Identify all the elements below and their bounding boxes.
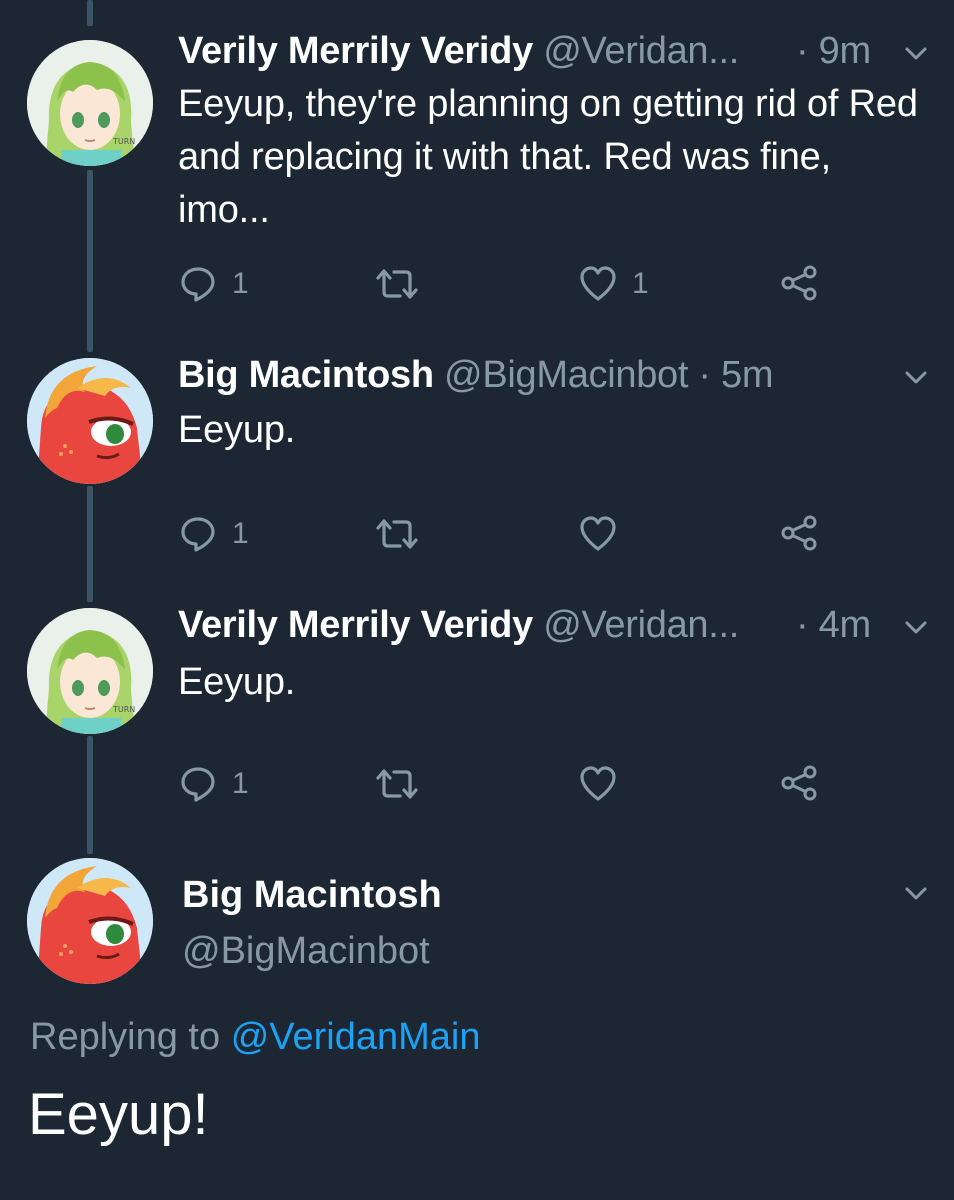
tweet-text: Eeyup. (178, 661, 296, 703)
tweet-header: Verily Merrily Veridy @Veridan... (178, 602, 739, 648)
author-name[interactable]: Verily Merrily Veridy (178, 30, 533, 72)
retweet-icon (376, 769, 418, 799)
share-button[interactable] (780, 764, 818, 802)
reply-button[interactable]: 1 (178, 764, 249, 804)
chevron-down-icon[interactable] (901, 362, 931, 392)
svg-text:TURN: TURN (112, 137, 135, 146)
chevron-down-icon[interactable] (901, 612, 931, 642)
share-icon (781, 765, 817, 801)
red-pony-avatar[interactable] (27, 858, 153, 984)
thread-line (87, 736, 93, 854)
tweet-time[interactable]: · 9m (796, 28, 871, 74)
author-name[interactable]: Big Macintosh (182, 868, 442, 922)
author-handle[interactable]: @BigMacinbot (444, 354, 688, 396)
chevron-down-icon[interactable] (901, 878, 931, 908)
author-handle[interactable]: @BigMacinbot (182, 924, 430, 978)
like-button[interactable] (578, 764, 632, 804)
retweet-button[interactable] (374, 264, 434, 304)
reply-mention-link[interactable]: @VeridanMain (231, 1016, 481, 1058)
share-button[interactable] (780, 514, 818, 552)
tweet-header: Big Macintosh @BigMacinbot · 5m (178, 352, 774, 398)
heart-icon (580, 766, 616, 801)
share-icon (781, 515, 817, 551)
like-button[interactable] (578, 514, 632, 554)
reply-icon (181, 267, 215, 302)
author-name[interactable]: Big Macintosh (178, 354, 434, 396)
reply-count: 1 (232, 517, 249, 550)
author-handle[interactable]: @Veridan... (543, 30, 739, 72)
svg-text:TURN: TURN (112, 705, 135, 714)
tweet-header: Verily Merrily Veridy @Veridan... (178, 28, 739, 74)
reply-count: 1 (232, 767, 249, 800)
retweet-icon (376, 519, 418, 549)
author-name[interactable]: Verily Merrily Veridy (178, 604, 533, 646)
red-pony-avatar[interactable] (27, 358, 153, 484)
replying-prefix: Replying to (30, 1016, 221, 1058)
retweet-icon (376, 269, 418, 299)
heart-icon (580, 516, 616, 551)
anime-girl-avatar[interactable]: TURN (27, 608, 153, 734)
share-button[interactable] (780, 264, 818, 302)
tweet-time[interactable]: · 4m (796, 602, 871, 648)
thread-line (87, 170, 93, 352)
tweet-text: Eeyup, they're planning on getting rid o… (178, 83, 918, 231)
anime-girl-avatar[interactable]: TURN (27, 40, 153, 166)
reply-count: 1 (232, 267, 249, 300)
replying-to: Replying to @VeridanMain (30, 1010, 481, 1064)
like-button[interactable]: 1 (578, 264, 649, 304)
heart-icon (580, 266, 616, 301)
author-handle[interactable]: @Veridan... (543, 604, 739, 646)
reply-icon (181, 517, 215, 552)
thread-line (87, 486, 93, 602)
reply-button[interactable]: 1 (178, 264, 249, 304)
thread-line (87, 0, 93, 26)
like-count: 1 (632, 267, 649, 300)
retweet-button[interactable] (374, 764, 434, 804)
reply-button[interactable]: 1 (178, 514, 249, 554)
tweet-text: Eeyup! (28, 1082, 209, 1147)
retweet-button[interactable] (374, 514, 434, 554)
reply-icon (181, 767, 215, 802)
chevron-down-icon[interactable] (901, 38, 931, 68)
share-icon (781, 265, 817, 301)
tweet-time[interactable]: · 5m (698, 354, 773, 396)
tweet-text: Eeyup. (178, 409, 296, 451)
